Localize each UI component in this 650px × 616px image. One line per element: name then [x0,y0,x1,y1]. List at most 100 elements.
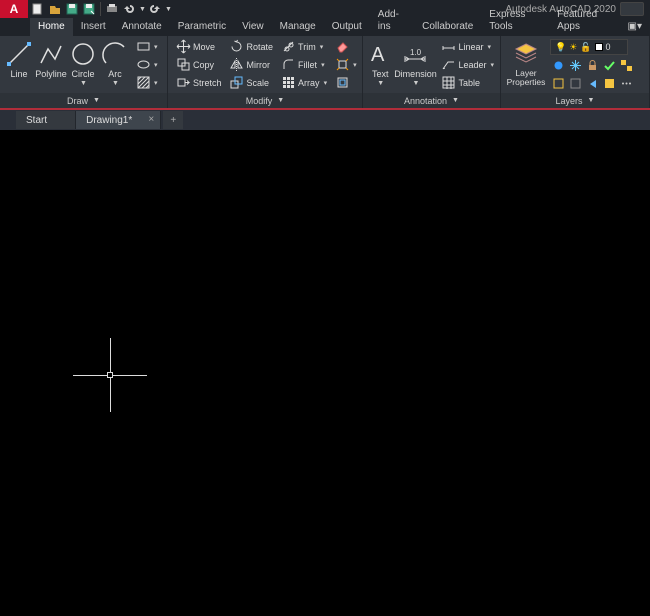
crosshair-pickbox [107,372,113,378]
current-layer-name: 0 [606,42,611,52]
new-tab-button[interactable]: + [163,111,183,129]
saveas-icon[interactable] [81,1,97,17]
title-search-toggle[interactable] [620,2,644,16]
tab-annotate[interactable]: Annotate [114,18,170,36]
undo-icon[interactable] [121,1,137,17]
fillet-button[interactable]: Fillet▾ [278,56,330,73]
open-icon[interactable] [47,1,63,17]
chevron-down-icon: ▼ [412,80,419,87]
tab-output[interactable]: Output [324,18,370,36]
rotate-icon [230,40,244,54]
polyline-button[interactable]: Polyline [35,38,67,79]
layer-properties-label: Layer Properties [504,69,548,87]
copy-button[interactable]: Copy [173,56,225,73]
layer-uniso-icon[interactable] [567,75,583,91]
tab-insert[interactable]: Insert [73,18,114,36]
file-tab-start[interactable]: Start [16,111,76,129]
linear-icon [441,40,455,54]
svg-text:A: A [371,44,385,66]
layer-freeze-icon[interactable] [567,57,583,73]
dimension-button[interactable]: 1.0 Dimension ▼ [394,38,436,87]
file-tab-label: Drawing1* [86,115,132,126]
stretch-button[interactable]: Stretch [173,74,225,91]
tab-view[interactable]: View [234,18,272,36]
panel-modify-title[interactable]: Modify▼ [168,93,362,108]
tab-collapse-icon[interactable]: ▣▾ [620,18,650,36]
panel-draw-title[interactable]: Draw▼ [0,93,167,108]
table-icon [441,76,455,90]
tab-express[interactable]: Express Tools [481,6,549,36]
tab-manage[interactable]: Manage [272,18,324,36]
chevron-down-icon: ▼ [80,80,87,87]
panel-layers: Layer Properties 💡 ☀ 🔓 0 [501,36,650,108]
scale-icon [230,76,244,90]
erase-button[interactable] [332,38,360,55]
line-button[interactable]: Line [3,38,35,79]
hatch-button[interactable]: ▾ [133,74,161,91]
ellipse-button[interactable]: ▾ [133,56,161,73]
hatch-icon [136,76,150,90]
layer-iso-icon[interactable] [550,75,566,91]
mirror-icon [230,58,244,72]
redo-icon[interactable] [147,1,163,17]
redo-dropdown-icon[interactable]: ▼ [165,6,172,13]
panel-layers-title[interactable]: Layers▼ [501,93,649,108]
arc-icon [101,40,129,68]
save-icon[interactable] [64,1,80,17]
close-icon[interactable]: × [148,114,154,125]
layer-state-icon[interactable] [601,75,617,91]
layer-more-icon[interactable] [618,75,634,91]
panel-draw: Line Polyline Circle ▼ Arc ▼ ▾ ▾ ▾ Dr [0,36,168,108]
app-menu-button[interactable]: A [0,0,28,18]
tab-home[interactable]: Home [30,18,73,36]
layer-prev-icon[interactable] [584,75,600,91]
line-icon [5,40,33,68]
leader-button[interactable]: Leader▾ [438,56,497,73]
rotate-button[interactable]: Rotate [227,38,277,55]
plot-icon[interactable] [104,1,120,17]
app-logo: A [10,2,19,16]
array-icon [281,76,295,90]
explode-button[interactable]: ▾ [332,56,360,73]
circle-icon [69,40,97,68]
new-icon[interactable] [30,1,46,17]
menu-tabs: Home Insert Annotate Parametric View Man… [0,18,650,36]
undo-dropdown-icon[interactable]: ▼ [139,6,146,13]
text-label: Text [372,69,389,79]
layer-properties-button[interactable]: Layer Properties [504,38,548,87]
chevron-down-icon: ▼ [377,80,384,87]
tab-featured[interactable]: Featured Apps [549,6,619,36]
fillet-icon [281,58,295,72]
leader-icon [441,58,455,72]
panel-annotation-title[interactable]: Annotation▼ [363,93,500,108]
layer-off-icon[interactable] [550,57,566,73]
linear-button[interactable]: Linear▾ [438,38,497,55]
layer-color-swatch [595,43,603,51]
tab-parametric[interactable]: Parametric [170,18,234,36]
current-layer-selector[interactable]: 💡 ☀ 🔓 0 [550,39,628,55]
arc-label: Arc [108,69,122,79]
file-tab-drawing[interactable]: Drawing1* × [76,111,161,129]
move-button[interactable]: Move [173,38,225,55]
drawing-canvas[interactable] [0,130,650,616]
array-button[interactable]: Array▾ [278,74,330,91]
tab-collaborate[interactable]: Collaborate [414,18,481,36]
sun-icon: ☀ [569,42,577,53]
scale-button[interactable]: Scale [227,74,277,91]
tab-addins[interactable]: Add-ins [370,6,414,36]
trim-button[interactable]: Trim▾ [278,38,330,55]
table-button[interactable]: Table [438,74,497,91]
layer-lock-icon[interactable] [584,57,600,73]
layers-icon [512,40,540,68]
polyline-icon [37,40,65,68]
mirror-button[interactable]: Mirror [227,56,277,73]
arc-button[interactable]: Arc ▼ [99,38,131,87]
circle-button[interactable]: Circle ▼ [67,38,99,87]
erase-icon [335,40,349,54]
rectangle-button[interactable]: ▾ [133,38,161,55]
layer-make-current-icon[interactable] [601,57,617,73]
text-button[interactable]: A Text ▼ [366,38,394,87]
offset-button[interactable] [332,74,360,91]
explode-icon [335,58,349,72]
layer-match-icon[interactable] [618,57,634,73]
